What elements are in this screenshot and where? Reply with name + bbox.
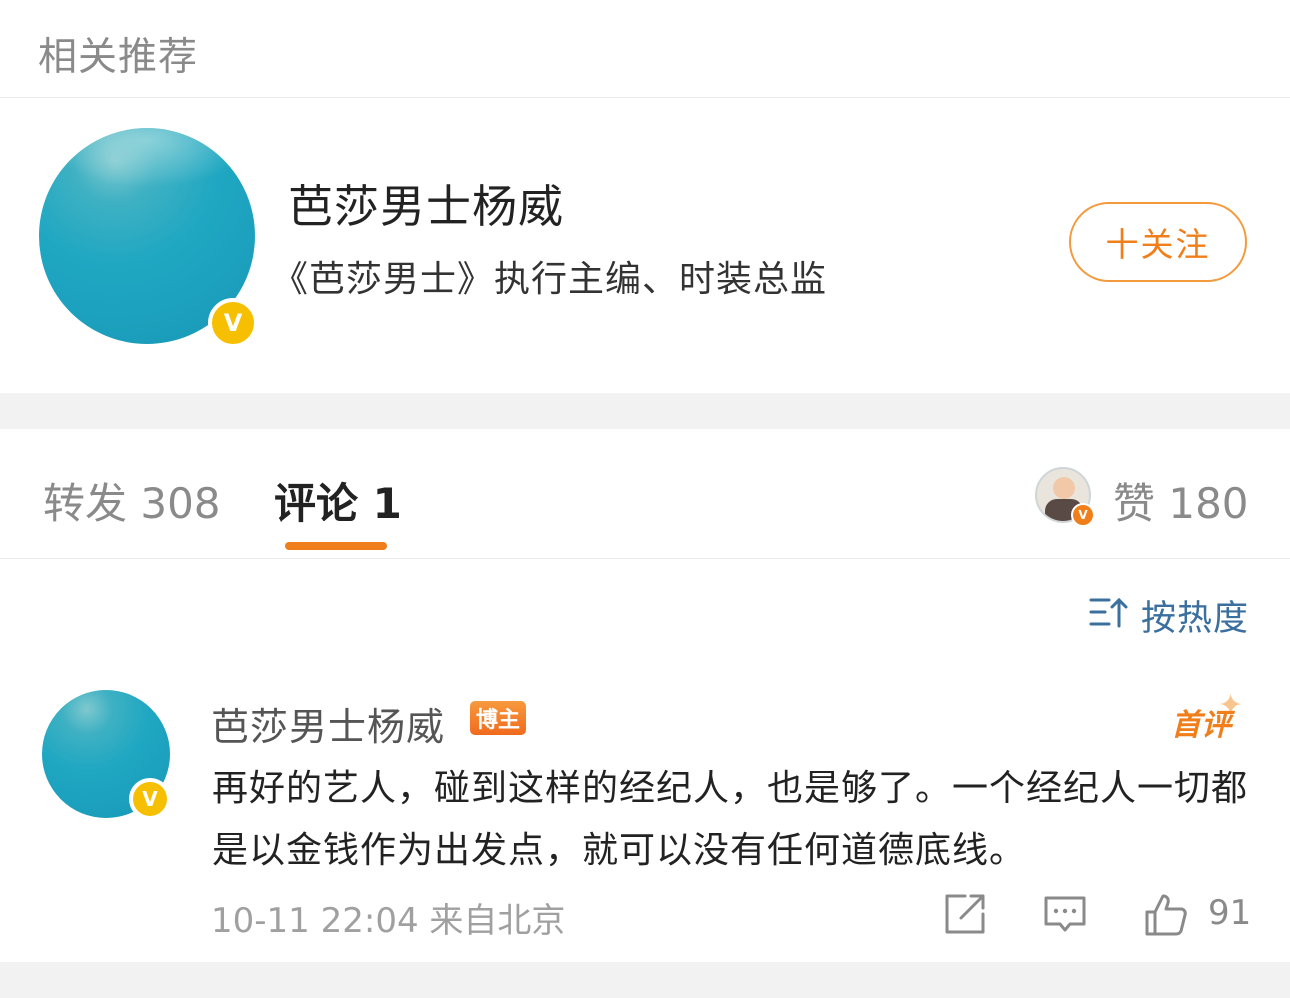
- follow-button[interactable]: 十关注: [1069, 202, 1247, 282]
- sort-button[interactable]: 按热度: [1141, 590, 1249, 641]
- comment-icon[interactable]: [1042, 892, 1088, 938]
- comment-text: 再好的艺人，碰到这样的经纪人，也是够了。一个经纪人一切都是以金钱作为出发点，就可…: [212, 768, 1249, 871]
- share-icon[interactable]: [941, 892, 987, 938]
- active-tab-indicator: [285, 542, 387, 550]
- like-icon[interactable]: [1143, 892, 1189, 938]
- tab-repost[interactable]: 转发 308: [43, 470, 221, 531]
- comment-meta: 10-11 22:04 来自北京: [211, 901, 566, 941]
- verified-badge-icon: V: [129, 778, 171, 820]
- recommended-name[interactable]: 芭莎男士杨威: [288, 170, 564, 235]
- tab-likes[interactable]: 赞 180: [1113, 470, 1249, 531]
- section-title: 相关推荐: [38, 35, 199, 80]
- comment-author[interactable]: 芭莎男士杨威: [211, 696, 445, 751]
- first-comment-badge: 首评: [1171, 708, 1231, 743]
- divider: [0, 558, 1290, 559]
- liker-verified-icon: V: [1071, 503, 1095, 527]
- recommended-description: 《芭莎男士》执行主编、时装总监: [272, 259, 828, 300]
- sort-icon[interactable]: [1089, 594, 1129, 630]
- divider: [0, 97, 1290, 98]
- section-separator: [0, 393, 1290, 429]
- tab-comment[interactable]: 评论 1: [274, 470, 402, 531]
- verified-badge-icon: V: [208, 298, 258, 348]
- section-separator: [0, 962, 1290, 998]
- author-tag-badge: 博主: [470, 701, 527, 735]
- comment-like-count: 91: [1208, 893, 1252, 933]
